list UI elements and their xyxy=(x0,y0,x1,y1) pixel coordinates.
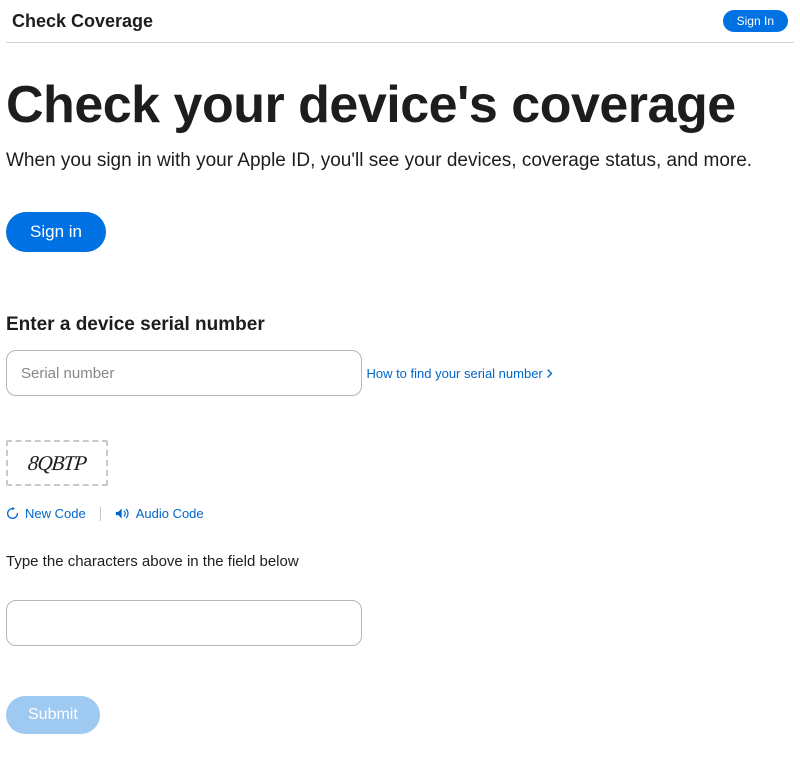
speaker-icon xyxy=(115,507,130,520)
audio-code-label: Audio Code xyxy=(136,506,204,521)
serial-section-title: Enter a device serial number xyxy=(6,314,794,336)
captcha-input[interactable] xyxy=(6,600,362,646)
captcha-actions: New Code Audio Code xyxy=(6,506,794,521)
main-content: Check your device's coverage When you si… xyxy=(0,43,800,734)
new-code-link[interactable]: New Code xyxy=(6,506,86,521)
separator xyxy=(100,507,101,521)
new-code-label: New Code xyxy=(25,506,86,521)
captcha-text: 8QBTP xyxy=(27,451,88,476)
serial-help-link[interactable]: How to find your serial number xyxy=(366,366,552,381)
serial-number-input[interactable] xyxy=(6,350,362,396)
chevron-right-icon xyxy=(547,369,553,378)
refresh-icon xyxy=(6,507,19,520)
captcha-prompt: Type the characters above in the field b… xyxy=(6,553,794,570)
page-subtitle: When you sign in with your Apple ID, you… xyxy=(6,150,794,172)
submit-button[interactable]: Submit xyxy=(6,696,100,734)
page-title: Check your device's coverage xyxy=(6,77,794,134)
header-title: Check Coverage xyxy=(12,11,153,32)
captcha-section: 8QBTP New Code Audio Code Type the chara… xyxy=(6,440,794,646)
sign-in-top-button[interactable]: Sign In xyxy=(723,10,788,32)
page-header: Check Coverage Sign In xyxy=(6,0,794,43)
audio-code-link[interactable]: Audio Code xyxy=(115,506,204,521)
captcha-image: 8QBTP xyxy=(6,440,108,486)
sign-in-button[interactable]: Sign in xyxy=(6,212,106,252)
serial-help-label: How to find your serial number xyxy=(366,366,542,381)
